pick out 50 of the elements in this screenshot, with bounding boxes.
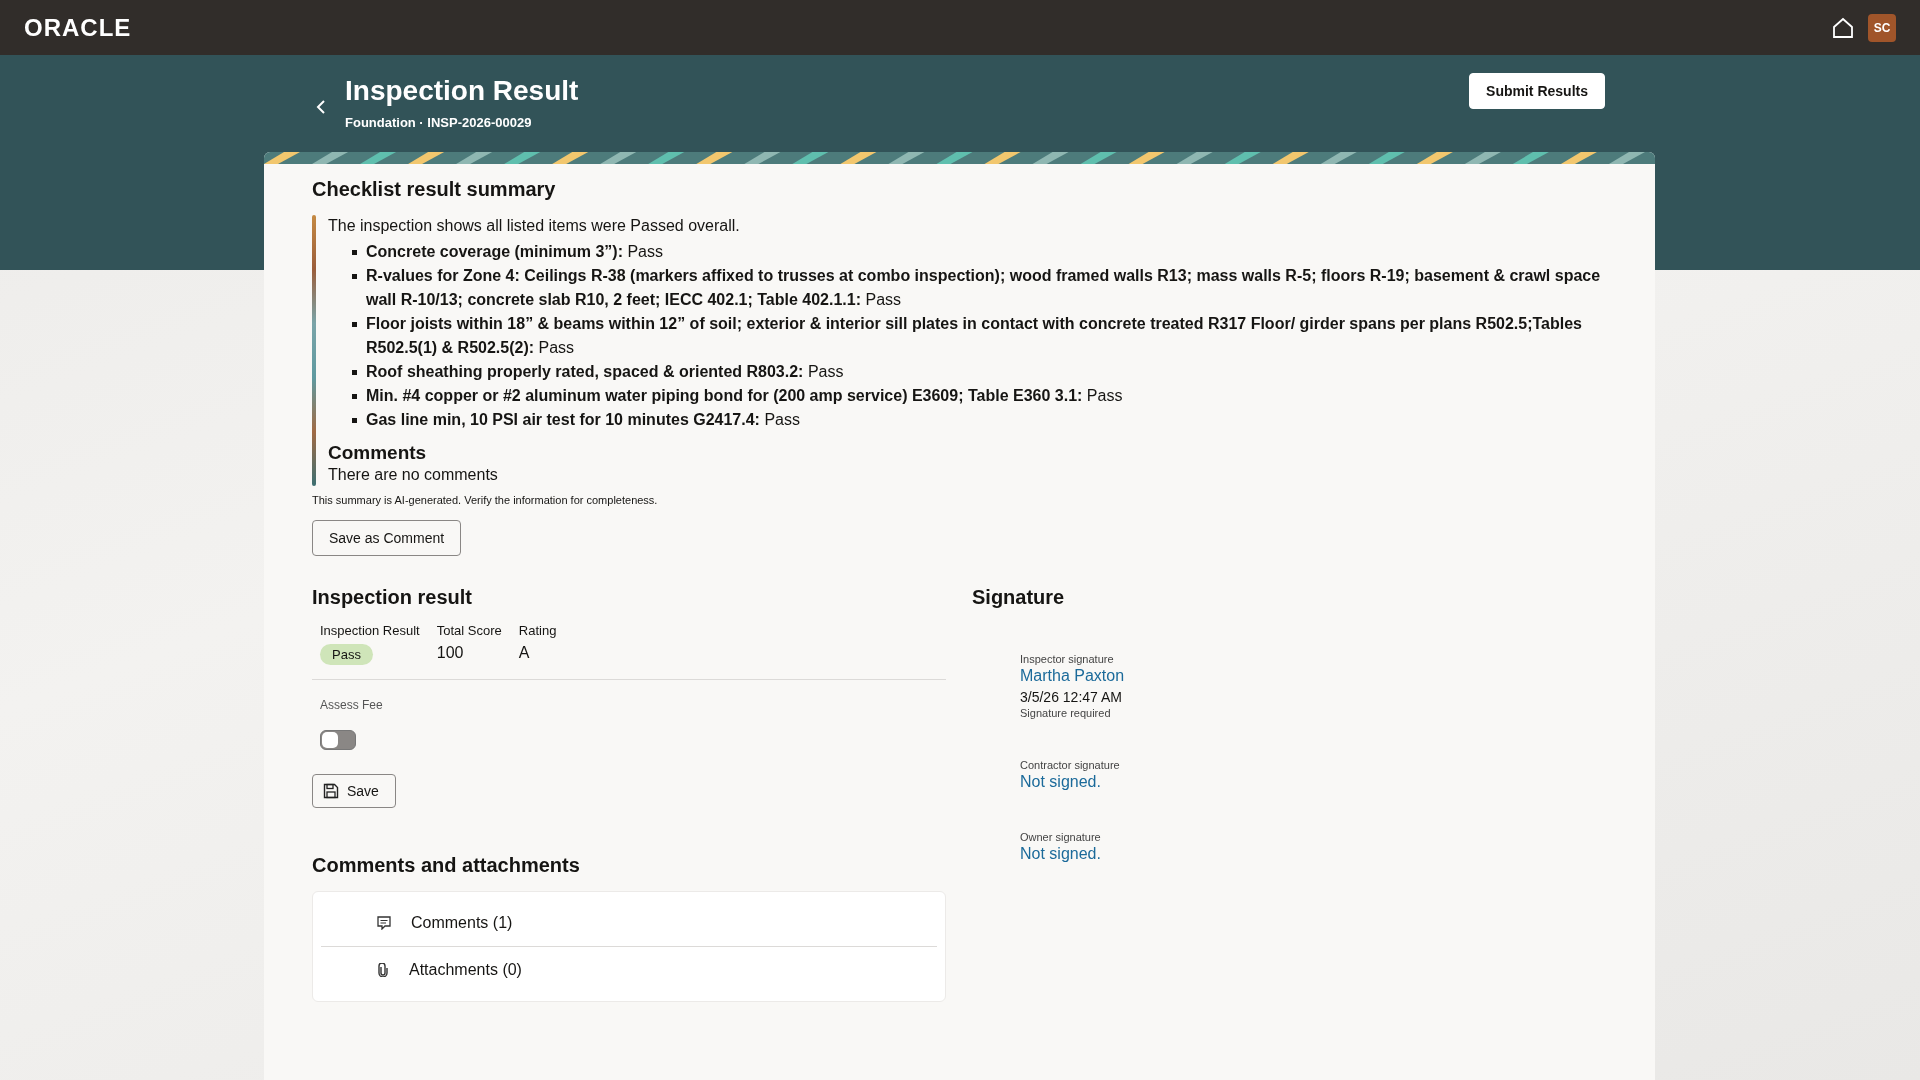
save-button[interactable]: Save xyxy=(312,774,396,808)
signature-link[interactable]: Not signed. xyxy=(1020,845,1125,863)
page-subtitle: Foundation · INSP-2026-00029 xyxy=(345,115,533,130)
signature-label: Owner signature xyxy=(1020,831,1102,843)
section-heading: Inspection result xyxy=(312,586,474,609)
bullet-icon xyxy=(352,322,357,327)
disclaimer-text: This summary is AI-generated. Verify the information for completeness. xyxy=(312,494,659,506)
checklist-item: Floor joists within 18” & beams within 12” of soil; exterior & interior sill plates in contact with concrete treated R317 Floor/ girder spans per plans R502.5;Tables R502.5(1) & R502.5(2): Pass xyxy=(366,314,1583,358)
page-title: Inspection Result xyxy=(345,75,580,107)
checklist-item: Gas line min, 10 PSI air test for 10 minutes G2417.4: Pass xyxy=(366,410,800,430)
signature-note: Signature required xyxy=(1020,707,1112,719)
list-item[interactable]: Comments (1) xyxy=(321,900,937,946)
home-icon[interactable] xyxy=(1832,16,1854,39)
checklist-item: Concrete coverage (minimum 3”): Pass xyxy=(366,242,663,262)
comments-heading: Comments xyxy=(328,442,428,464)
checklist-item: R-values for Zone 4: Ceilings R-38 (markers affixed to trusses at combo inspection); wood framed walls R13; mass walls R-5; floors R-19; basement & crawl space wall R-10/13; concrete slab R10, 2 feet; IECC 402.1; Table 402.1.1: Pass xyxy=(366,266,1602,310)
section-heading: Checklist result summary xyxy=(312,178,557,201)
signature-link[interactable]: Not signed. xyxy=(1020,773,1125,791)
bullet-icon xyxy=(352,370,357,375)
save-as-comment-button[interactable]: Save as Comment xyxy=(312,520,462,556)
comments-text: There are no comments xyxy=(328,465,499,485)
list-item[interactable]: Attachments (0) xyxy=(321,946,937,993)
bullet-icon xyxy=(352,250,357,255)
paperclip-icon xyxy=(377,963,389,977)
checklist-item: Roof sheathing properly rated, spaced & oriented R803.2: Pass xyxy=(366,362,844,382)
field-label: Assess Fee xyxy=(320,698,384,712)
checklist-item: Min. #4 copper or #2 aluminum water piping bond for (200 amp service) E3609; Table E360 3.1: Pass xyxy=(366,386,1123,406)
summary-text: The inspection shows all listed items were Passed overall. xyxy=(328,216,741,236)
oracle-logo[interactable]: ORACLE xyxy=(24,13,132,42)
user-avatar[interactable]: SC xyxy=(1868,13,1896,42)
field-value: A xyxy=(518,644,531,662)
toggle-switch[interactable] xyxy=(320,730,356,750)
submit-results-button[interactable]: Submit Results xyxy=(1469,73,1605,109)
bullet-icon xyxy=(352,274,357,279)
section-heading: Signature xyxy=(972,586,1066,609)
column-label: Total Score xyxy=(436,623,502,638)
comment-icon xyxy=(377,916,391,930)
signature-date: 3/5/26 12:47 AM xyxy=(1020,689,1123,705)
column-label: Rating xyxy=(518,623,557,638)
field-value: 100 xyxy=(436,644,465,662)
back-icon[interactable] xyxy=(315,99,327,115)
signature-label: Inspector signature xyxy=(1020,653,1115,665)
save-icon xyxy=(323,783,339,799)
status-badge: Pass xyxy=(320,644,373,665)
bullet-icon xyxy=(352,418,357,423)
signature-label: Contractor signature xyxy=(1020,759,1121,771)
bullet-icon xyxy=(352,394,357,399)
column-label: Inspection Result xyxy=(320,623,420,638)
signature-link[interactable]: Martha Paxton xyxy=(1020,667,1125,685)
section-heading: Comments and attachments xyxy=(312,854,581,877)
